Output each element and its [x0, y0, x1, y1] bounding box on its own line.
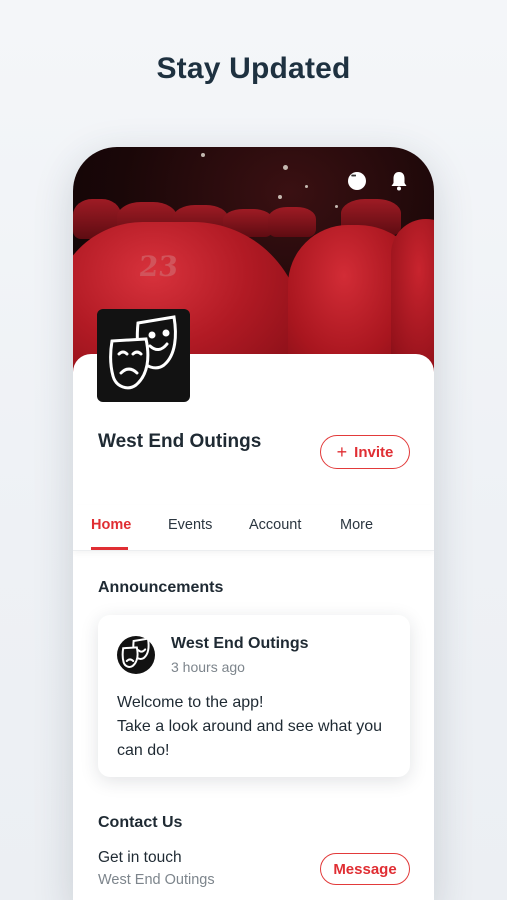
message-button[interactable]: Message — [320, 853, 410, 885]
announcement-line: Welcome to the app! — [117, 694, 264, 711]
active-tab-indicator — [91, 547, 128, 550]
announcement-time: 3 hours ago — [171, 659, 245, 675]
tab-account[interactable]: Account — [249, 517, 301, 533]
tab-home[interactable]: Home — [91, 517, 131, 533]
invite-button[interactable]: + Invite — [320, 435, 410, 469]
tab-bar: Home Events Account More — [73, 505, 434, 551]
theater-masks-icon — [120, 636, 152, 674]
contact-subtitle: West End Outings — [98, 872, 215, 888]
contact-title: Contact Us — [98, 814, 183, 831]
announcements-title: Announcements — [98, 579, 224, 596]
chat-icon[interactable] — [348, 172, 366, 190]
tab-events[interactable]: Events — [168, 517, 212, 533]
bell-icon[interactable] — [390, 171, 408, 191]
tab-more[interactable]: More — [340, 517, 373, 533]
theater-masks-icon — [104, 313, 184, 398]
group-name: West End Outings — [98, 431, 262, 452]
invite-label: Invite — [354, 443, 394, 461]
seat-number: 23 — [137, 250, 180, 283]
phone-frame: 23 West End Outi — [73, 147, 434, 900]
plus-icon: + — [336, 442, 348, 462]
group-logo — [97, 309, 190, 402]
announcement-author: West End Outings — [171, 635, 309, 652]
contact-line: Get in touch — [98, 849, 182, 866]
avatar — [117, 636, 155, 674]
announcement-body: Welcome to the app! Take a look around a… — [117, 691, 402, 763]
page-headline: Stay Updated — [156, 52, 351, 85]
announcement-line: Take a look around and see what you can … — [117, 718, 383, 759]
announcement-card[interactable]: West End Outings 3 hours ago Welcome to … — [98, 615, 410, 777]
